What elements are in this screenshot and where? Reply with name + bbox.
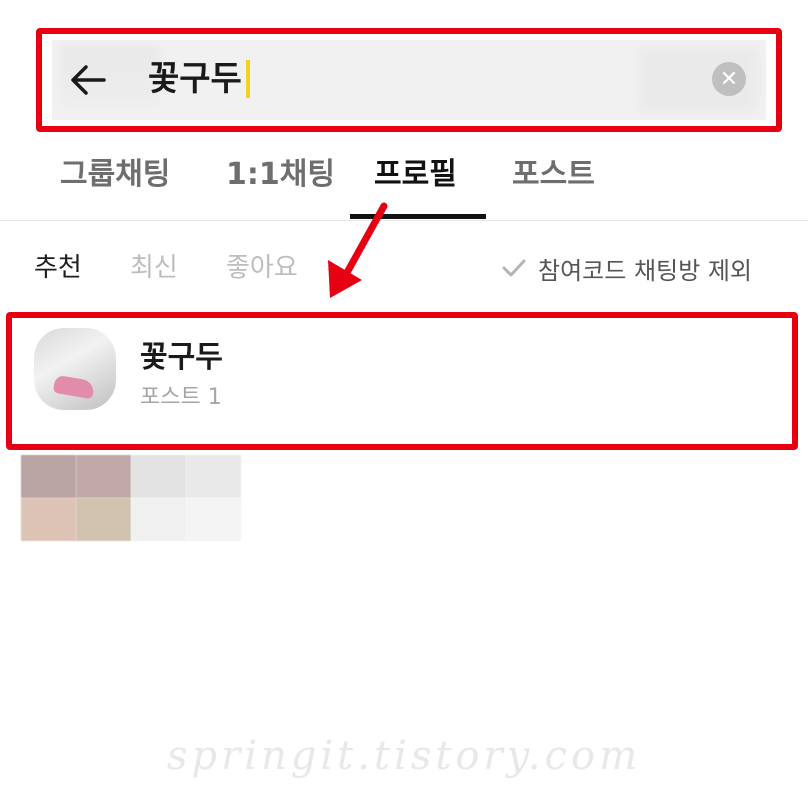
- filter-likes[interactable]: 좋아요: [226, 250, 298, 286]
- profile-name: 꽃구두: [140, 340, 223, 375]
- shoe-image: [52, 374, 96, 400]
- clear-icon[interactable]: ✕: [712, 62, 746, 96]
- tab-one-on-one-chat[interactable]: 1:1채팅: [226, 150, 335, 200]
- thumbnail: [76, 498, 131, 541]
- red-arrow-annotation: [328, 202, 388, 298]
- search-bar: 꽃구두 ✕: [52, 40, 766, 120]
- back-arrow-icon[interactable]: [68, 60, 108, 100]
- post-thumbnails[interactable]: [21, 455, 241, 541]
- tab-post[interactable]: 포스트: [512, 150, 595, 200]
- tab-group-chat[interactable]: 그룹채팅: [60, 150, 170, 200]
- thumbnail: [21, 498, 76, 541]
- watermark: springit.tistory.com: [166, 733, 642, 779]
- tab-profile[interactable]: 프로필: [374, 150, 457, 200]
- tab-bar: 그룹채팅 1:1채팅 프로필 포스트: [0, 150, 808, 220]
- avatar: [34, 328, 116, 410]
- filter-latest[interactable]: 최신: [130, 250, 178, 286]
- text-caret: [245, 60, 250, 98]
- search-input[interactable]: 꽃구두: [148, 56, 250, 102]
- profile-result-item[interactable]: 꽃구두 포스트 1: [14, 318, 792, 442]
- exclude-label: 참여코드 채팅방 제외: [538, 256, 752, 285]
- exclude-code-chat-toggle[interactable]: 참여코드 채팅방 제외: [500, 250, 752, 286]
- check-icon: [502, 259, 526, 277]
- thumbnail: [131, 498, 186, 541]
- thumbnail: [76, 455, 131, 498]
- divider: [0, 220, 808, 221]
- thumbnail: [21, 455, 76, 498]
- search-query: 꽃구두: [148, 59, 242, 99]
- thumbnail: [131, 455, 186, 498]
- profile-post-count: 포스트 1: [140, 385, 222, 410]
- filter-recommended[interactable]: 추천: [34, 250, 82, 286]
- thumbnail: [186, 455, 241, 498]
- thumbnail: [186, 498, 241, 541]
